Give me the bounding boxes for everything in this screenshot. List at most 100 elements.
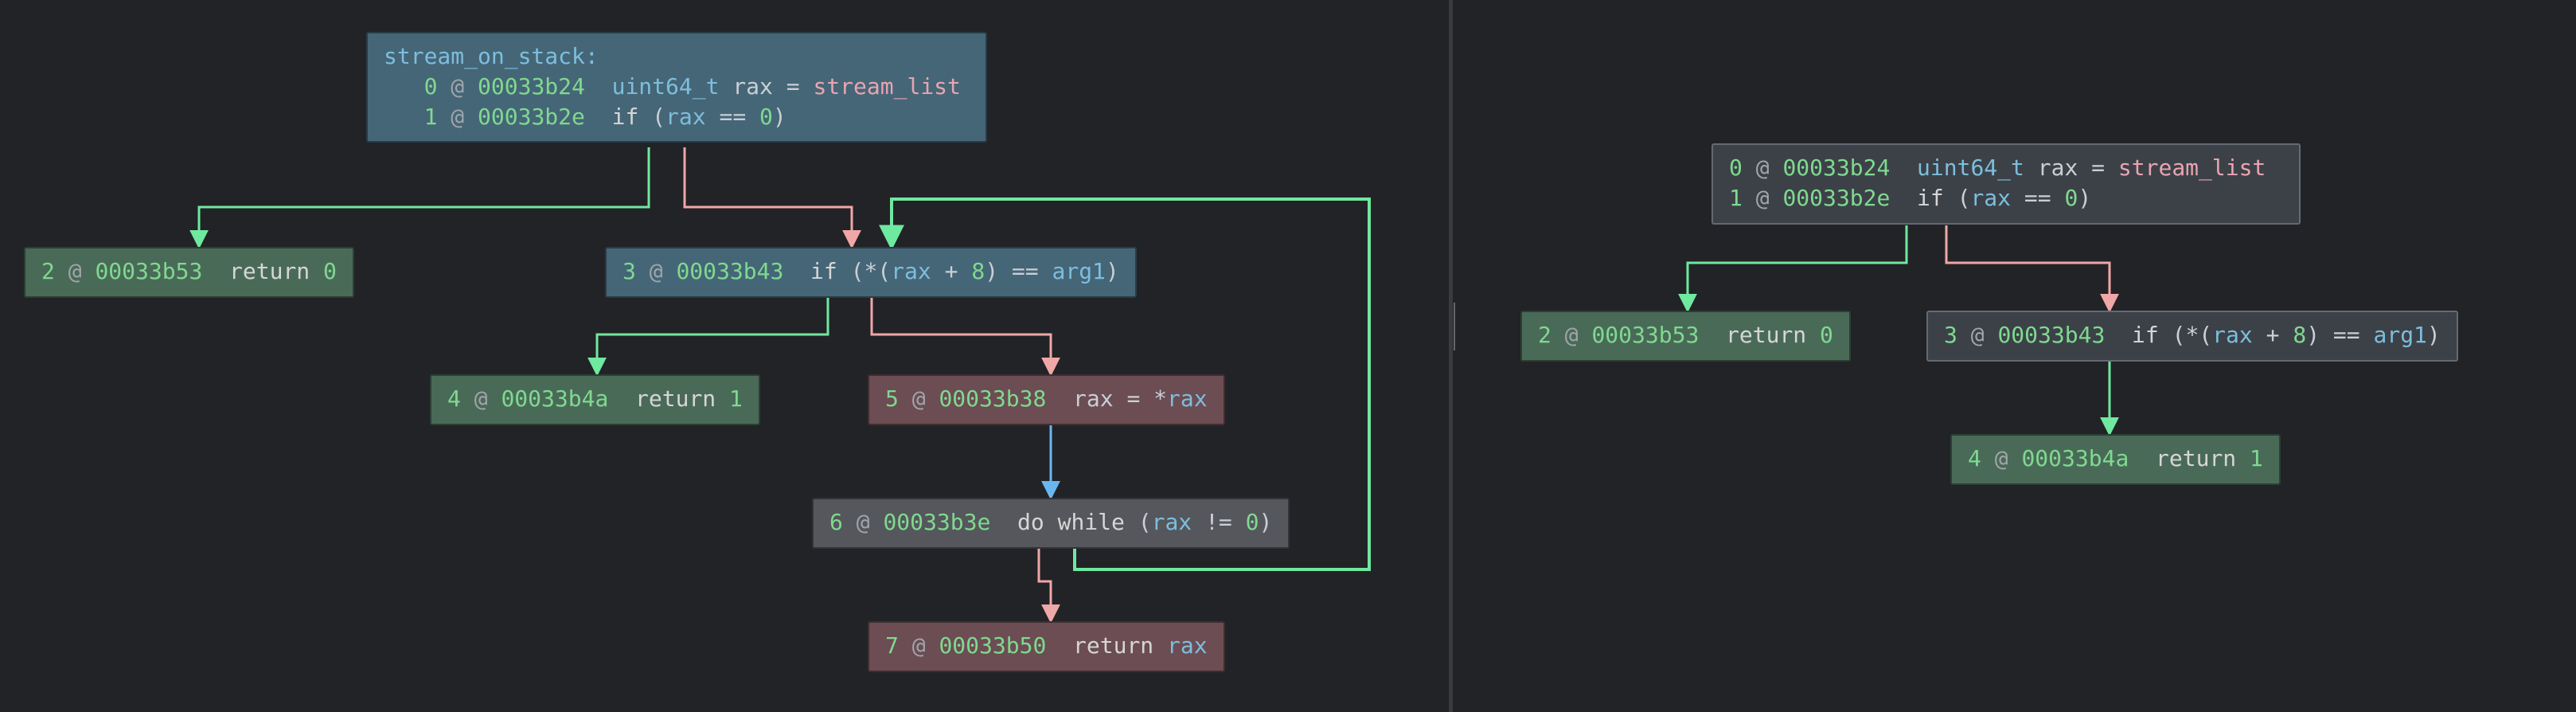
idx: 0	[424, 73, 438, 100]
addr: 00033b38	[939, 385, 1046, 412]
arg: arg1	[1052, 258, 1105, 284]
fn-name: stream_on_stack:	[384, 43, 599, 69]
var: rax	[1073, 385, 1114, 412]
kw: return	[229, 258, 310, 284]
at: @	[68, 258, 82, 284]
var: rax	[1167, 632, 1208, 659]
cmp: !=	[1205, 509, 1232, 535]
left-node-6[interactable]: 6 @ 00033b3e do while (rax != 0)	[812, 498, 1290, 549]
left-node-7[interactable]: 7 @ 00033b50 return rax	[868, 621, 1225, 672]
at: @	[1756, 155, 1770, 181]
pane-splitter-grip-icon	[1454, 303, 1455, 350]
lit: 0	[323, 258, 337, 284]
op: )	[1259, 509, 1272, 535]
call: stream_list	[2118, 155, 2266, 181]
at: @	[912, 632, 926, 659]
idx: 7	[885, 632, 899, 659]
at: @	[474, 385, 488, 412]
kw: return	[635, 385, 716, 412]
op: (*(	[2172, 322, 2213, 348]
left-node-2[interactable]: 2 @ 00033b53 return 0	[24, 247, 354, 298]
at: @	[1565, 322, 1579, 348]
var: rax	[2038, 155, 2078, 181]
eq: =	[786, 73, 800, 100]
addr: 00033b24	[1782, 155, 1890, 181]
eq: =	[2091, 155, 2105, 181]
lit: 0	[1246, 509, 1259, 535]
op: )	[1106, 258, 1119, 284]
lit: 1	[729, 385, 743, 412]
op: ) ==	[2306, 322, 2359, 348]
left-pane: stream_on_stack: 0 @ 00033b24 uint64_t r…	[0, 0, 1449, 712]
arg: arg1	[2373, 322, 2426, 348]
var: rax	[891, 258, 931, 284]
addr: 00033b53	[1591, 322, 1699, 348]
at: @	[1971, 322, 1985, 348]
plus: +	[2266, 322, 2280, 348]
kw: return	[1073, 632, 1153, 659]
lit: 1	[2250, 445, 2263, 471]
addr: 00033b2e	[1782, 185, 1890, 211]
pane-splitter[interactable]	[1449, 0, 1453, 712]
op: )	[2078, 185, 2091, 211]
var: rax	[732, 73, 773, 100]
idx: 3	[623, 258, 636, 284]
var: rax	[665, 104, 706, 130]
idx: 4	[447, 385, 461, 412]
type: uint64_t	[1917, 155, 2024, 181]
addr: 00033b24	[478, 73, 585, 100]
left-node-3[interactable]: 3 @ 00033b43 if (*(rax + 8) == arg1)	[605, 247, 1137, 298]
at: @	[1756, 185, 1770, 211]
op: (	[652, 104, 665, 130]
idx: 1	[424, 104, 438, 130]
idx: 6	[829, 509, 843, 535]
type: uint64_t	[612, 73, 720, 100]
left-node-5[interactable]: 5 @ 00033b38 rax = *rax	[868, 374, 1225, 425]
op: (*(	[851, 258, 892, 284]
kw: return	[1726, 322, 1806, 348]
idx: 4	[1968, 445, 1981, 471]
left-node-4[interactable]: 4 @ 00033b4a return 1	[430, 374, 760, 425]
idx: 2	[1538, 322, 1551, 348]
addr: 00033b2e	[478, 104, 585, 130]
idx: 5	[885, 385, 899, 412]
at: @	[1995, 445, 2008, 471]
star: *	[1153, 385, 1167, 412]
lit: 8	[971, 258, 985, 284]
lit: 0	[1820, 322, 1833, 348]
addr: 00033b3e	[883, 509, 990, 535]
addr: 00033b43	[1997, 322, 2105, 348]
lit: 0	[2064, 185, 2078, 211]
at: @	[650, 258, 663, 284]
addr: 00033b4a	[2021, 445, 2129, 471]
idx: 2	[41, 258, 55, 284]
at: @	[912, 385, 926, 412]
addr: 00033b43	[676, 258, 783, 284]
op: )	[773, 104, 786, 130]
kw: if	[2132, 322, 2159, 348]
right-node-4[interactable]: 4 @ 00033b4a return 1	[1950, 434, 2281, 485]
at: @	[451, 73, 464, 100]
idx: 3	[1944, 322, 1957, 348]
var: rax	[1152, 509, 1192, 535]
var: rax	[2212, 322, 2253, 348]
lit: 0	[759, 104, 773, 130]
left-node-header[interactable]: stream_on_stack: 0 @ 00033b24 uint64_t r…	[366, 32, 987, 143]
kw: if	[1917, 185, 1944, 211]
kw: if	[810, 258, 837, 284]
var2: rax	[1167, 385, 1208, 412]
idx: 0	[1729, 155, 1743, 181]
addr: 00033b4a	[501, 385, 608, 412]
plus: +	[945, 258, 958, 284]
op: ) ==	[985, 258, 1038, 284]
var: rax	[1970, 185, 2011, 211]
at: @	[857, 509, 870, 535]
right-node-header[interactable]: 0 @ 00033b24 uint64_t rax = stream_list …	[1711, 143, 2301, 225]
call: stream_list	[813, 73, 960, 100]
op: )	[2427, 322, 2441, 348]
kw: if	[612, 104, 639, 130]
right-node-2[interactable]: 2 @ 00033b53 return 0	[1520, 311, 1851, 362]
right-node-3[interactable]: 3 @ 00033b43 if (*(rax + 8) == arg1)	[1926, 311, 2458, 362]
kw: return	[2156, 445, 2236, 471]
cmp: ==	[719, 104, 746, 130]
